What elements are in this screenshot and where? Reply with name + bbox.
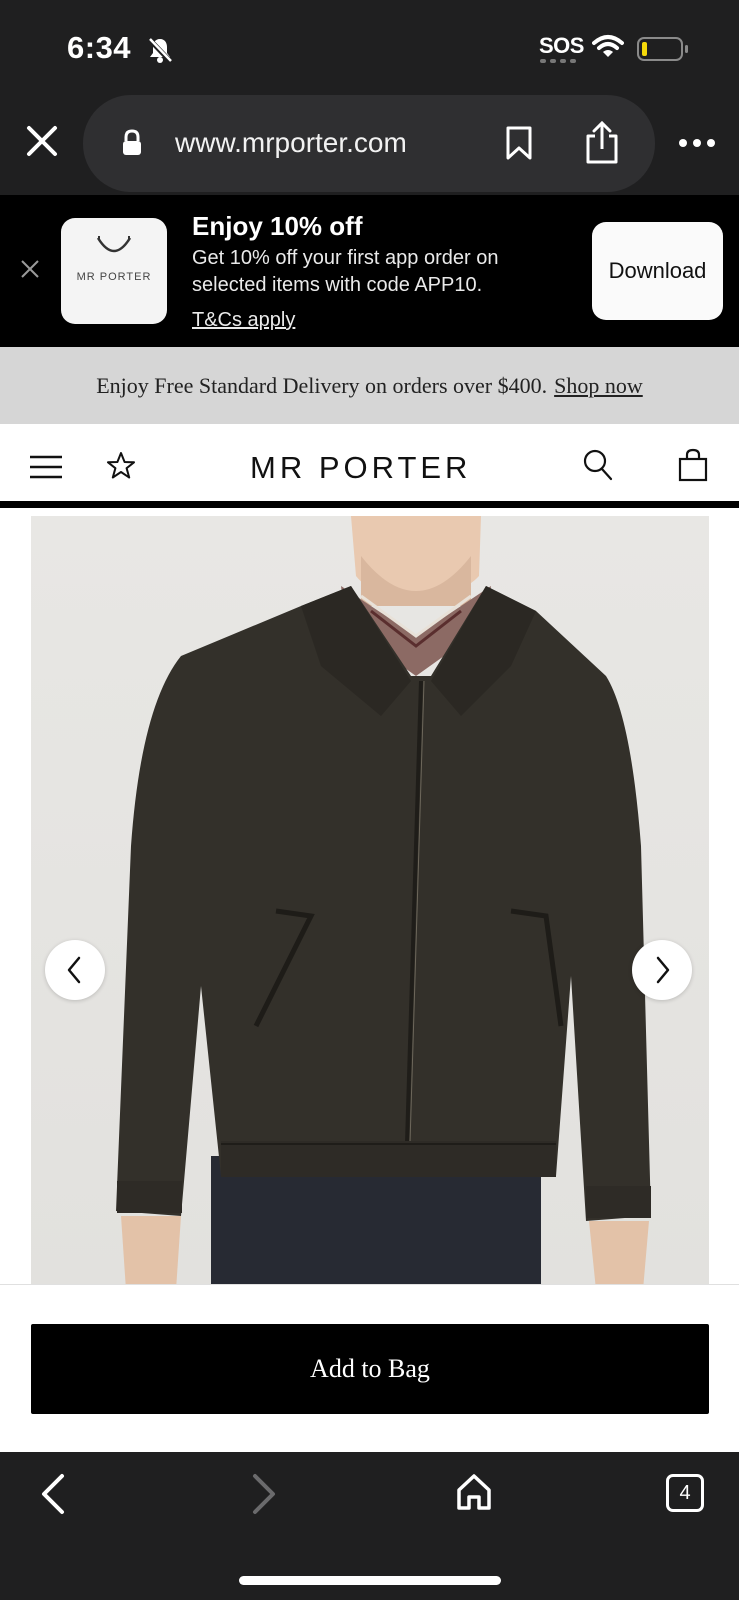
add-to-bag-button[interactable]: Add to Bag: [31, 1324, 709, 1414]
hanger-logo-icon: [96, 236, 132, 253]
banner-text-line2: selected items with code APP10.: [192, 274, 483, 296]
home-icon[interactable]: [455, 1472, 493, 1512]
shop-now-link[interactable]: Shop now: [554, 373, 643, 399]
lock-icon: [123, 129, 141, 155]
bag-icon[interactable]: [678, 448, 708, 482]
browser-url-row: www.mrporter.com: [0, 95, 739, 195]
terms-link[interactable]: T&Cs apply: [192, 309, 295, 332]
previous-image-button[interactable]: [45, 940, 105, 1000]
chevron-right-icon: [656, 956, 670, 984]
home-indicator: [239, 1576, 501, 1585]
next-image-button[interactable]: [632, 940, 692, 1000]
delivery-promo: Enjoy Free Standard Delivery on orders o…: [0, 347, 739, 424]
product-image[interactable]: [31, 516, 709, 1290]
download-button[interactable]: Download: [592, 222, 723, 320]
url-text[interactable]: www.mrporter.com: [175, 127, 407, 159]
address-bar[interactable]: www.mrporter.com: [83, 95, 655, 192]
app-icon[interactable]: MR PORTER: [61, 218, 167, 324]
bookmark-icon[interactable]: [503, 125, 535, 161]
purchase-bar: Add to Bag: [0, 1284, 739, 1452]
tabs-button[interactable]: 4: [666, 1474, 704, 1512]
jacket-illustration: [116, 516, 651, 1290]
search-icon[interactable]: [582, 448, 614, 482]
app-download-banner: MR PORTER Enjoy 10% off Get 10% off your…: [0, 195, 739, 347]
site-header: MR PORTER: [0, 424, 739, 508]
sos-label: SOS: [539, 33, 584, 58]
more-icon[interactable]: [678, 137, 716, 149]
browser-toolbar: 4: [0, 1452, 739, 1600]
delivery-text: Enjoy Free Standard Delivery on orders o…: [96, 372, 548, 398]
bell-slash-icon: [147, 37, 173, 64]
close-icon[interactable]: [24, 123, 60, 159]
banner-text-line1: Get 10% off your first app order on: [192, 247, 499, 269]
chevron-left-icon: [67, 956, 81, 984]
status-bar: 6:34 SOS: [0, 0, 739, 95]
battery-low-icon: [637, 37, 688, 61]
banner-close-icon[interactable]: [20, 259, 40, 279]
menu-icon[interactable]: [29, 454, 63, 480]
site-logo[interactable]: MR PORTER: [250, 450, 471, 486]
status-time: 6:34: [67, 30, 132, 65]
forward-icon[interactable]: [249, 1472, 279, 1516]
wifi-icon: [592, 35, 624, 57]
product-gallery: [0, 508, 739, 1290]
signal-dots: [540, 59, 576, 63]
banner-title: Enjoy 10% off: [192, 211, 363, 241]
back-icon[interactable]: [38, 1472, 68, 1516]
star-icon[interactable]: [105, 450, 137, 482]
app-icon-label: MR PORTER: [76, 271, 152, 283]
share-icon[interactable]: [583, 120, 621, 164]
